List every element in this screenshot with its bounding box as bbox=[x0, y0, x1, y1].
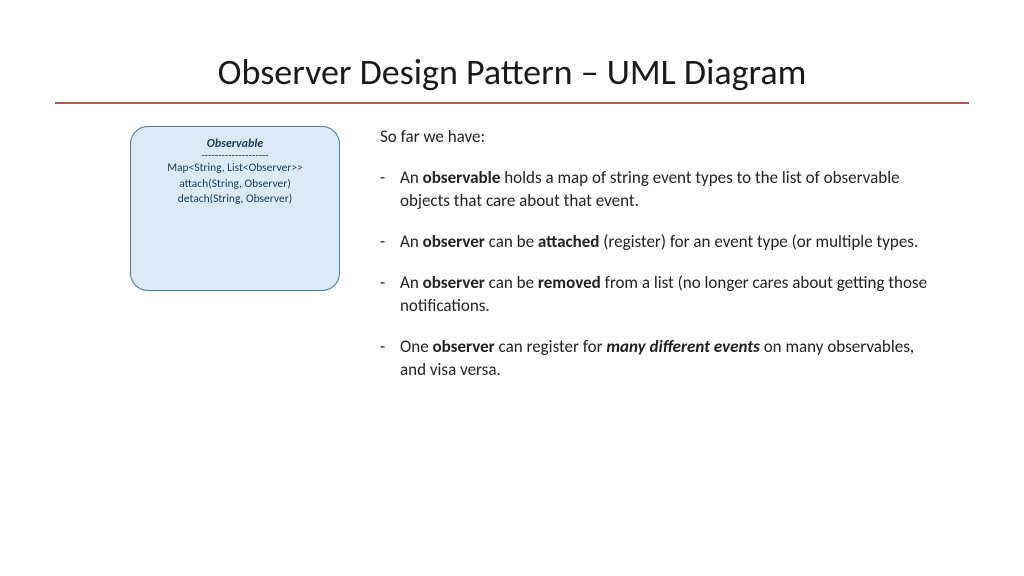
bold-text: observer bbox=[433, 336, 495, 357]
text: An bbox=[400, 167, 423, 188]
uml-observable-box: Observable -------------------- Map<Stri… bbox=[130, 126, 340, 291]
text: can be bbox=[485, 272, 538, 293]
text: (register) for an event type (or multipl… bbox=[599, 231, 918, 252]
list-item: One observer can register for many diffe… bbox=[380, 336, 939, 382]
text: An bbox=[400, 272, 423, 293]
uml-method-detach: detach(String, Observer) bbox=[139, 192, 331, 208]
uml-separator: -------------------- bbox=[139, 150, 331, 161]
text: can register for bbox=[495, 336, 607, 357]
list-item: An observable holds a map of string even… bbox=[380, 167, 939, 213]
uml-method-attach: attach(String, Observer) bbox=[139, 177, 331, 193]
bold-italic-text: many different events bbox=[606, 336, 760, 357]
title-divider bbox=[55, 102, 969, 104]
slide-title: Observer Design Pattern – UML Diagram bbox=[55, 50, 969, 94]
list-item: An observer can be attached (register) f… bbox=[380, 231, 939, 254]
text-column: So far we have: An observable holds a ma… bbox=[380, 126, 969, 400]
list-item: An observer can be removed from a list (… bbox=[380, 272, 939, 318]
text: One bbox=[400, 336, 433, 357]
bullet-list: An observable holds a map of string even… bbox=[380, 167, 939, 382]
content-area: Observable -------------------- Map<Stri… bbox=[55, 126, 969, 400]
bold-text: observable bbox=[423, 167, 501, 188]
bold-text: attached bbox=[538, 231, 600, 252]
text: can be bbox=[485, 231, 538, 252]
bold-text: removed bbox=[538, 272, 601, 293]
lead-text: So far we have: bbox=[380, 126, 939, 149]
text: An bbox=[400, 231, 423, 252]
bold-text: observer bbox=[423, 272, 485, 293]
uml-field: Map<String, List<Observer>> bbox=[139, 161, 331, 177]
bold-text: observer bbox=[423, 231, 485, 252]
diagram-column: Observable -------------------- Map<Stri… bbox=[55, 126, 340, 400]
slide: Observer Design Pattern – UML Diagram Ob… bbox=[0, 0, 1024, 430]
